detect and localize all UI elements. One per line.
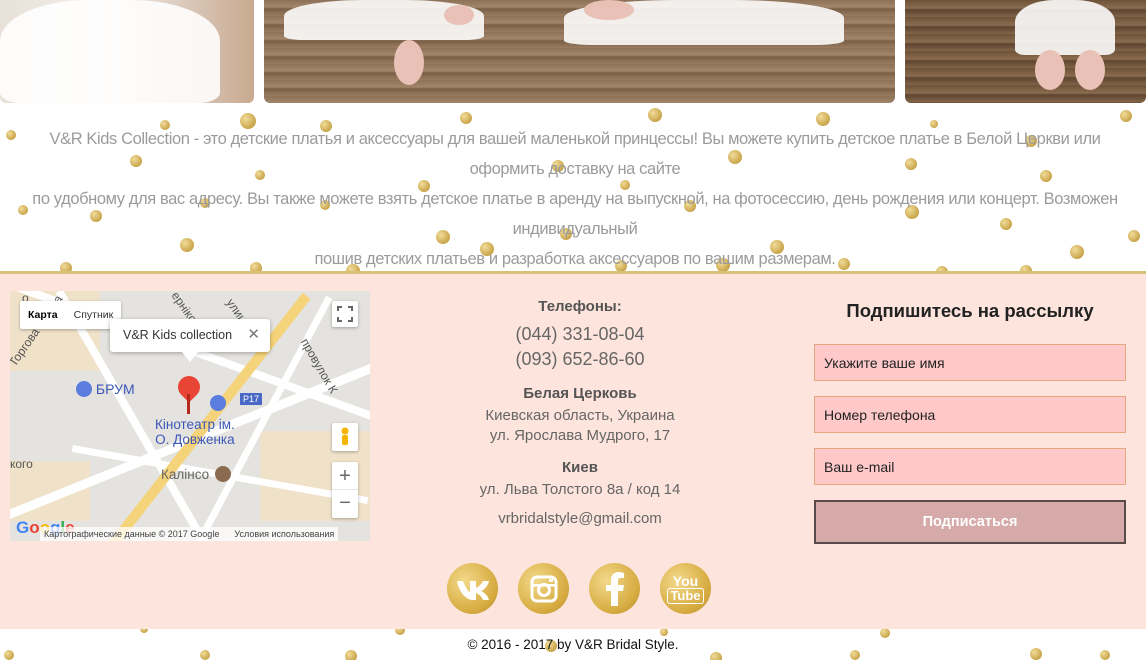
youtube-link[interactable]: You Tube [660,563,711,614]
zoom-in-button[interactable]: + [332,462,358,490]
phone-number-2[interactable]: (093) 652-86-60 [430,347,730,372]
confetti-dot [660,628,668,636]
photo-ballet-girls[interactable] [264,0,895,103]
map-poi-brum[interactable]: БРУМ [76,381,135,397]
confetti-dot [1128,230,1140,242]
map-poi-brum-label: БРУМ [95,381,135,397]
city-kyiv-heading: Киев [562,459,598,476]
city-kyiv-address: ул. Льва Толстого 8а / код 14 [479,481,681,498]
youtube-icon-line2: Tube [667,587,704,604]
confetti-dot [710,652,722,660]
map-marker-tail [187,394,190,414]
instagram-icon [530,575,557,602]
map-poi-cinema-line2: О. Довженка [155,432,235,447]
city-bila-tserkva-address: ул. Ярослава Мудрого, 17 [489,427,671,444]
map-info-window: V&R Kids collection ✕ [110,319,270,362]
facebook-icon [605,571,624,606]
place-icon [214,466,231,482]
confetti-dot [6,130,16,140]
youtube-icon-line1: You [672,572,699,589]
phones-heading: Телефоны: [538,298,622,315]
map-type-map-tab[interactable]: Карта [20,301,66,329]
map-type-switcher: Карта Спутник [20,301,122,329]
phone-input[interactable] [814,396,1126,433]
phone-number-1[interactable]: (044) 331-08-04 [430,322,730,347]
shopping-icon [76,381,92,397]
google-map[interactable]: Торгова площа провулок К улиця ерніко ко… [10,291,370,541]
map-attribution-bar: Картографические данные © 2017 Google Ус… [40,527,339,541]
map-poi-cinema[interactable]: Кінотеатр ім. О. Довженка [155,417,235,447]
confetti-dot [460,112,472,124]
vk-icon [456,580,489,600]
pegman-icon [341,427,349,445]
cinema-icon [210,395,226,411]
map-terms-link[interactable]: Условия использования [234,529,334,539]
fullscreen-icon [337,306,353,322]
map-poi-cinema-line1: Кінотеатр ім. [155,417,235,432]
photo-girl-in-dress[interactable] [0,0,254,103]
collection-description: V&R Kids Collection - это детские платья… [30,124,1120,274]
zoom-controls: + − [332,462,358,518]
city-bila-tserkva-region: Киевская область, Украина [485,407,675,424]
email-input[interactable] [814,448,1126,485]
facebook-link[interactable] [589,563,640,614]
close-icon[interactable]: ✕ [247,325,260,343]
vk-link[interactable] [447,563,498,614]
map-poi-kalinco[interactable]: Калінсо [161,466,231,482]
photo-ballet-shoes[interactable] [905,0,1146,103]
fullscreen-button[interactable] [332,301,358,327]
street-view-pegman-button[interactable] [332,423,358,451]
confetti-dot [1120,110,1132,122]
description-line-3: пошив детских платьев и разработка аксес… [314,250,836,268]
description-line-1: V&R Kids Collection - это детские платья… [49,130,1101,178]
contacts-block: Телефоны: (044) 331-08-04 (093) 652-86-6… [430,298,730,529]
map-poi-kalinco-label: Калінсо [161,467,210,482]
name-input[interactable] [814,344,1126,381]
map-road-badge-p17: P17 [240,393,263,405]
confetti-dot [648,108,662,122]
confetti-dot [18,205,28,215]
photo-strip [0,0,1146,103]
map-data-attribution: Картографические данные © 2017 Google [44,529,220,539]
contact-email[interactable]: vrbridalstyle@gmail.com [430,509,730,529]
copyright-text: © 2016 - 2017 by V&R Bridal Style. [467,637,679,652]
subscribe-button[interactable]: Подписаться [814,500,1126,544]
social-links: You Tube [447,563,711,614]
map-info-title: V&R Kids collection [123,328,233,342]
city-bila-tserkva-heading: Белая Церковь [523,385,637,402]
newsletter-subscribe-form: Подпишитесь на рассылку Подписаться [814,298,1126,544]
instagram-link[interactable] [518,563,569,614]
zoom-out-button[interactable]: − [332,490,358,518]
subscribe-title: Подпишитесь на рассылку [846,300,1094,321]
description-line-2: по удобному для вас адресу. Вы также мож… [32,190,1118,238]
map-label-iogo: кого [10,457,33,471]
